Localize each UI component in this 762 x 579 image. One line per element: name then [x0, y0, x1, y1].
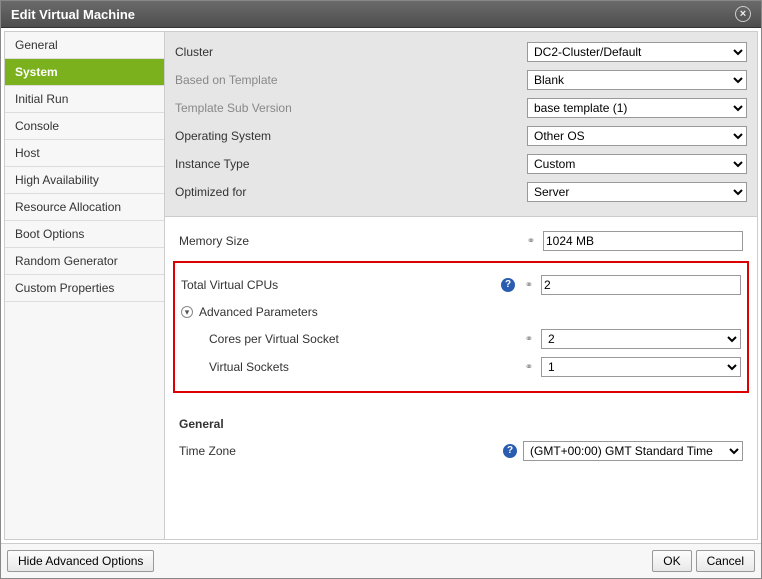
- label-vcpus: Total Virtual CPUs: [181, 278, 361, 292]
- label-cores: Cores per Virtual Socket: [209, 332, 389, 346]
- content-pane: Cluster DC2-Cluster/Default Based on Tem…: [165, 32, 757, 539]
- hide-advanced-button[interactable]: Hide Advanced Options: [7, 550, 154, 572]
- chain-icon: ⚭: [521, 280, 537, 290]
- ok-button[interactable]: OK: [652, 550, 691, 572]
- general-section-title: General: [179, 403, 743, 437]
- row-memory: Memory Size ⚭: [179, 227, 743, 255]
- row-timezone: Time Zone ? (GMT+00:00) GMT Standard Tim…: [179, 437, 743, 465]
- row-optimized: Optimized for Server: [175, 178, 747, 206]
- label-cluster: Cluster: [175, 45, 355, 59]
- row-sockets: Virtual Sockets ⚭ 1: [181, 353, 741, 381]
- cluster-select[interactable]: DC2-Cluster/Default: [527, 42, 747, 62]
- row-instance: Instance Type Custom: [175, 150, 747, 178]
- sidebar-item-resource-allocation[interactable]: Resource Allocation: [5, 194, 164, 221]
- row-template: Based on Template Blank: [175, 66, 747, 94]
- chain-icon: ⚭: [523, 236, 539, 246]
- dialog-title: Edit Virtual Machine: [11, 7, 135, 22]
- virtual-sockets-select[interactable]: 1: [541, 357, 741, 377]
- label-template-sub: Template Sub Version: [175, 101, 355, 115]
- template-sub-select[interactable]: base template (1): [527, 98, 747, 118]
- label-instance: Instance Type: [175, 157, 355, 171]
- dialog-footer: Hide Advanced Options OK Cancel: [1, 543, 761, 578]
- sidebar-item-random-generator[interactable]: Random Generator: [5, 248, 164, 275]
- template-select[interactable]: Blank: [527, 70, 747, 90]
- sidebar: General System Initial Run Console Host …: [5, 32, 165, 539]
- sidebar-item-boot-options[interactable]: Boot Options: [5, 221, 164, 248]
- row-template-sub: Template Sub Version base template (1): [175, 94, 747, 122]
- instance-type-select[interactable]: Custom: [527, 154, 747, 174]
- timezone-select[interactable]: (GMT+00:00) GMT Standard Time: [523, 441, 743, 461]
- row-vcpus: Total Virtual CPUs ? ⚭: [181, 271, 741, 299]
- sidebar-item-custom-properties[interactable]: Custom Properties: [5, 275, 164, 302]
- close-icon[interactable]: ×: [735, 6, 751, 22]
- cancel-button[interactable]: Cancel: [696, 550, 755, 572]
- label-os: Operating System: [175, 129, 355, 143]
- sidebar-item-console[interactable]: Console: [5, 113, 164, 140]
- chevron-down-icon: ▾: [181, 306, 193, 318]
- row-cores: Cores per Virtual Socket ⚭ 2: [181, 325, 741, 353]
- row-advanced-toggle[interactable]: ▾ Advanced Parameters: [181, 299, 741, 325]
- titlebar: Edit Virtual Machine ×: [1, 1, 761, 28]
- cpu-highlight-box: Total Virtual CPUs ? ⚭ ▾ Advanced Parame…: [173, 261, 749, 393]
- sidebar-item-system[interactable]: System: [5, 59, 164, 86]
- vm-common-settings: Cluster DC2-Cluster/Default Based on Tem…: [165, 32, 757, 217]
- total-vcpus-input[interactable]: [541, 275, 741, 295]
- edit-vm-dialog: Edit Virtual Machine × General System In…: [0, 0, 762, 579]
- optimized-for-select[interactable]: Server: [527, 182, 747, 202]
- label-template: Based on Template: [175, 73, 355, 87]
- sidebar-item-initial-run[interactable]: Initial Run: [5, 86, 164, 113]
- dialog-body: General System Initial Run Console Host …: [4, 31, 758, 540]
- help-icon[interactable]: ?: [503, 444, 517, 458]
- memory-size-input[interactable]: [543, 231, 743, 251]
- row-os: Operating System Other OS: [175, 122, 747, 150]
- os-select[interactable]: Other OS: [527, 126, 747, 146]
- label-sockets: Virtual Sockets: [209, 360, 389, 374]
- advanced-parameters-label: Advanced Parameters: [199, 305, 318, 319]
- label-timezone: Time Zone: [179, 444, 359, 458]
- cores-per-socket-select[interactable]: 2: [541, 329, 741, 349]
- help-icon[interactable]: ?: [501, 278, 515, 292]
- chain-icon: ⚭: [521, 362, 537, 372]
- sidebar-item-high-availability[interactable]: High Availability: [5, 167, 164, 194]
- system-settings: Memory Size ⚭ Total Virtual CPUs ? ⚭: [165, 217, 757, 475]
- row-cluster: Cluster DC2-Cluster/Default: [175, 38, 747, 66]
- sidebar-item-general[interactable]: General: [5, 32, 164, 59]
- label-optimized: Optimized for: [175, 185, 355, 199]
- chain-icon: ⚭: [521, 334, 537, 344]
- label-memory: Memory Size: [179, 234, 359, 248]
- sidebar-item-host[interactable]: Host: [5, 140, 164, 167]
